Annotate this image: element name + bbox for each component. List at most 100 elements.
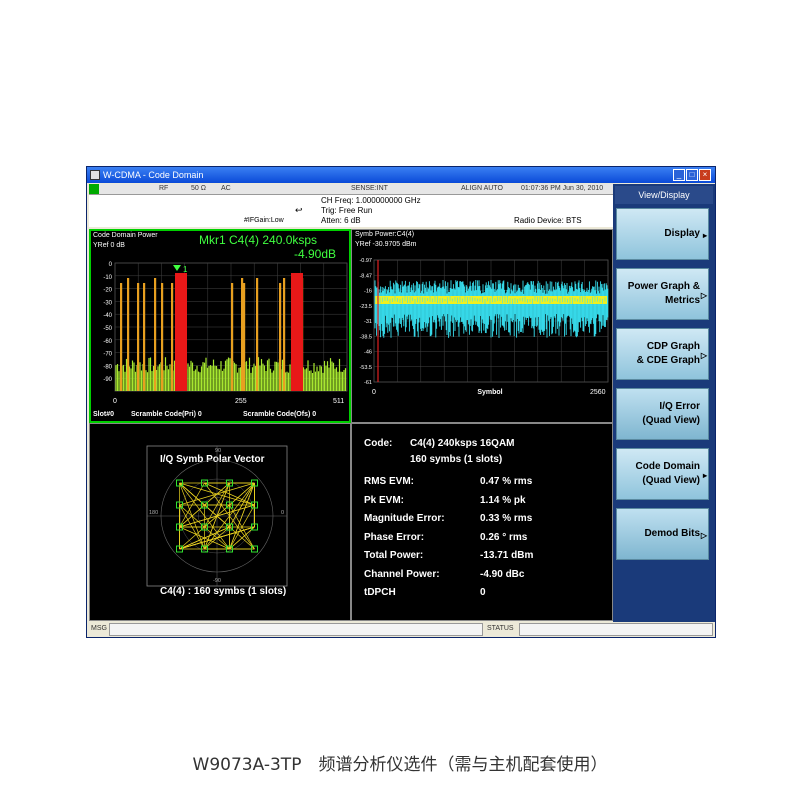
message-field xyxy=(109,623,483,636)
softkey-1[interactable]: Display ▸ xyxy=(616,208,709,260)
x-tick-label: 2560 xyxy=(590,389,606,396)
softkey-label: I/Q Error xyxy=(659,401,700,412)
status-row: RF 50 Ω AC SENSE:INT ALIGN AUTO 01:07:36… xyxy=(89,184,613,195)
status-field xyxy=(519,623,713,636)
symbol-power-panel[interactable]: Symb Power:C4(4) YRef -30.9705 dBm -0.97… xyxy=(351,229,613,423)
rf-input-label: RF xyxy=(159,185,169,192)
code-domain-power-panel[interactable]: Code Domain Power YRef 0 dB Mkr1 C4(4) 2… xyxy=(89,229,351,423)
y-tick-label: -90 xyxy=(103,377,112,383)
ch-freq: CH Freq: 1.000000000 GHz xyxy=(321,196,421,205)
softkey-label: Code Domain xyxy=(635,461,700,472)
softkey-label: (Quad View) xyxy=(642,475,700,486)
code-label: Code: xyxy=(364,438,393,449)
code-bar xyxy=(231,283,234,391)
y-tick-label: -61 xyxy=(364,380,372,386)
metric-label: Phase Error: xyxy=(364,531,425,543)
submenu-arrow-icon: ▷ xyxy=(700,531,707,540)
window-title: W-CDMA - Code Domain xyxy=(103,170,204,180)
code-bar xyxy=(283,278,286,391)
bottom-status-bar: MSG STATUS xyxy=(89,622,713,636)
metric-value: 0.26 ° rms xyxy=(480,531,528,543)
minimize-button[interactable]: _ xyxy=(673,169,685,181)
softkey-label: Display xyxy=(664,228,700,239)
metric-value: 0.47 % rms xyxy=(480,476,533,487)
softkey-3[interactable]: CDP Graph & CDE Graph ▷ xyxy=(616,328,709,380)
scramble-pri: Scramble Code(Pri) 0 xyxy=(131,411,202,418)
metrics-panel[interactable]: Code: C4(4) 240ksps 16QAM 160 symbs (1 s… xyxy=(351,423,613,621)
code-bar xyxy=(171,283,174,391)
metric-label: Channel Power: xyxy=(364,568,440,580)
softkey-header: View/Display xyxy=(615,186,713,204)
y-tick-label: -0.97 xyxy=(359,258,372,264)
submenu-arrow-icon: ▸ xyxy=(702,231,707,240)
submenu-arrow-icon: ▷ xyxy=(700,351,707,360)
coupling-label: AC xyxy=(221,185,231,192)
y-tick-label: 0 xyxy=(109,262,113,268)
radio-device: Radio Device: BTS xyxy=(514,216,582,225)
metric-value: -4.90 dBc xyxy=(480,568,525,580)
x-tick-label: 255 xyxy=(235,398,247,405)
align-label: ALIGN AUTO xyxy=(461,185,503,192)
close-button[interactable]: × xyxy=(699,169,711,181)
metric-label: RMS EVM: xyxy=(364,476,414,487)
y-tick-label: -53.5 xyxy=(359,365,372,371)
code-bar xyxy=(127,278,130,391)
if-gain: #IFGain:Low xyxy=(244,217,284,224)
y-tick-label: -50 xyxy=(103,326,112,332)
y-tick-label: -70 xyxy=(103,352,112,358)
display-screen: Code Domain Power YRef 0 dB Mkr1 C4(4) 2… xyxy=(89,229,613,621)
y-tick-label: -20 xyxy=(103,288,112,294)
slot-label: Slot#0 xyxy=(93,411,115,418)
metric-value: -13.71 dBm xyxy=(480,550,534,561)
metric-label: Total Power: xyxy=(364,550,424,561)
polar-axis-label: 0 xyxy=(281,510,284,516)
lxi-icon xyxy=(89,184,99,194)
softkey-label: Power Graph & xyxy=(627,281,700,292)
marker-label: 1 xyxy=(183,265,188,274)
return-icon: ↩ xyxy=(295,205,303,215)
y-tick-label: -23.5 xyxy=(359,304,372,310)
iq-polar-panel[interactable]: I/Q Symb Polar Vector 0 180 90 -90 C4(4) : … xyxy=(89,423,351,621)
app-window: W-CDMA - Code Domain _ □ × RF 50 Ω AC SE… xyxy=(86,166,716,638)
code-bar xyxy=(256,278,259,391)
softkey-label: Metrics xyxy=(664,295,700,306)
y-tick-label: -31 xyxy=(364,319,372,325)
softkey-5[interactable]: Code Domain (Quad View) ▸ xyxy=(616,448,709,500)
y-tick-label: -40 xyxy=(103,313,112,319)
softkey-label: & CDE Graph xyxy=(636,355,700,366)
trigger: Trig: Free Run xyxy=(321,206,373,215)
impedance-label: 50 Ω xyxy=(191,185,206,192)
x-tick-label: 0 xyxy=(372,389,376,396)
y-tick-label: -38.5 xyxy=(359,334,372,340)
code-bar xyxy=(279,283,282,391)
code-bar xyxy=(243,283,246,391)
metric-label: Pk EVM: xyxy=(364,494,405,506)
x-tick-label: 0 xyxy=(113,398,117,405)
code-bar xyxy=(241,278,244,391)
msg-label: MSG xyxy=(91,625,107,632)
title-bar: W-CDMA - Code Domain _ □ × xyxy=(87,167,715,183)
polar-axis-label: 180 xyxy=(149,510,158,516)
softkey-label: Demod Bits xyxy=(644,528,700,539)
softkey-2[interactable]: Power Graph & Metrics ▷ xyxy=(616,268,709,320)
maximize-button[interactable]: □ xyxy=(686,169,698,181)
code-bar xyxy=(137,283,140,391)
softkey-label: (Quad View) xyxy=(642,415,700,426)
code-value: C4(4) 240ksps 16QAM xyxy=(410,438,515,449)
status-label: STATUS xyxy=(487,625,514,632)
softkey-4[interactable]: I/Q Error (Quad View) xyxy=(616,388,709,440)
code-bar xyxy=(143,283,146,391)
y-tick-label: -8.47 xyxy=(359,273,372,279)
code-bar xyxy=(154,278,157,391)
polar-axis-label: 90 xyxy=(215,448,221,454)
sense-label: SENSE:INT xyxy=(351,185,388,192)
code-bar xyxy=(120,283,123,391)
submenu-arrow-icon: ▸ xyxy=(702,471,707,480)
submenu-arrow-icon: ▷ xyxy=(700,291,707,300)
product-caption: W9073A-3TP 频谱分析仪选件（需与主机配套使用） xyxy=(192,755,608,775)
y-tick-label: -80 xyxy=(103,364,112,370)
metric-value: 0 xyxy=(480,587,486,598)
x-tick-label: 511 xyxy=(333,398,344,405)
softkey-6[interactable]: Demod Bits ▷ xyxy=(616,508,709,560)
y-tick-label: -46 xyxy=(364,350,372,356)
